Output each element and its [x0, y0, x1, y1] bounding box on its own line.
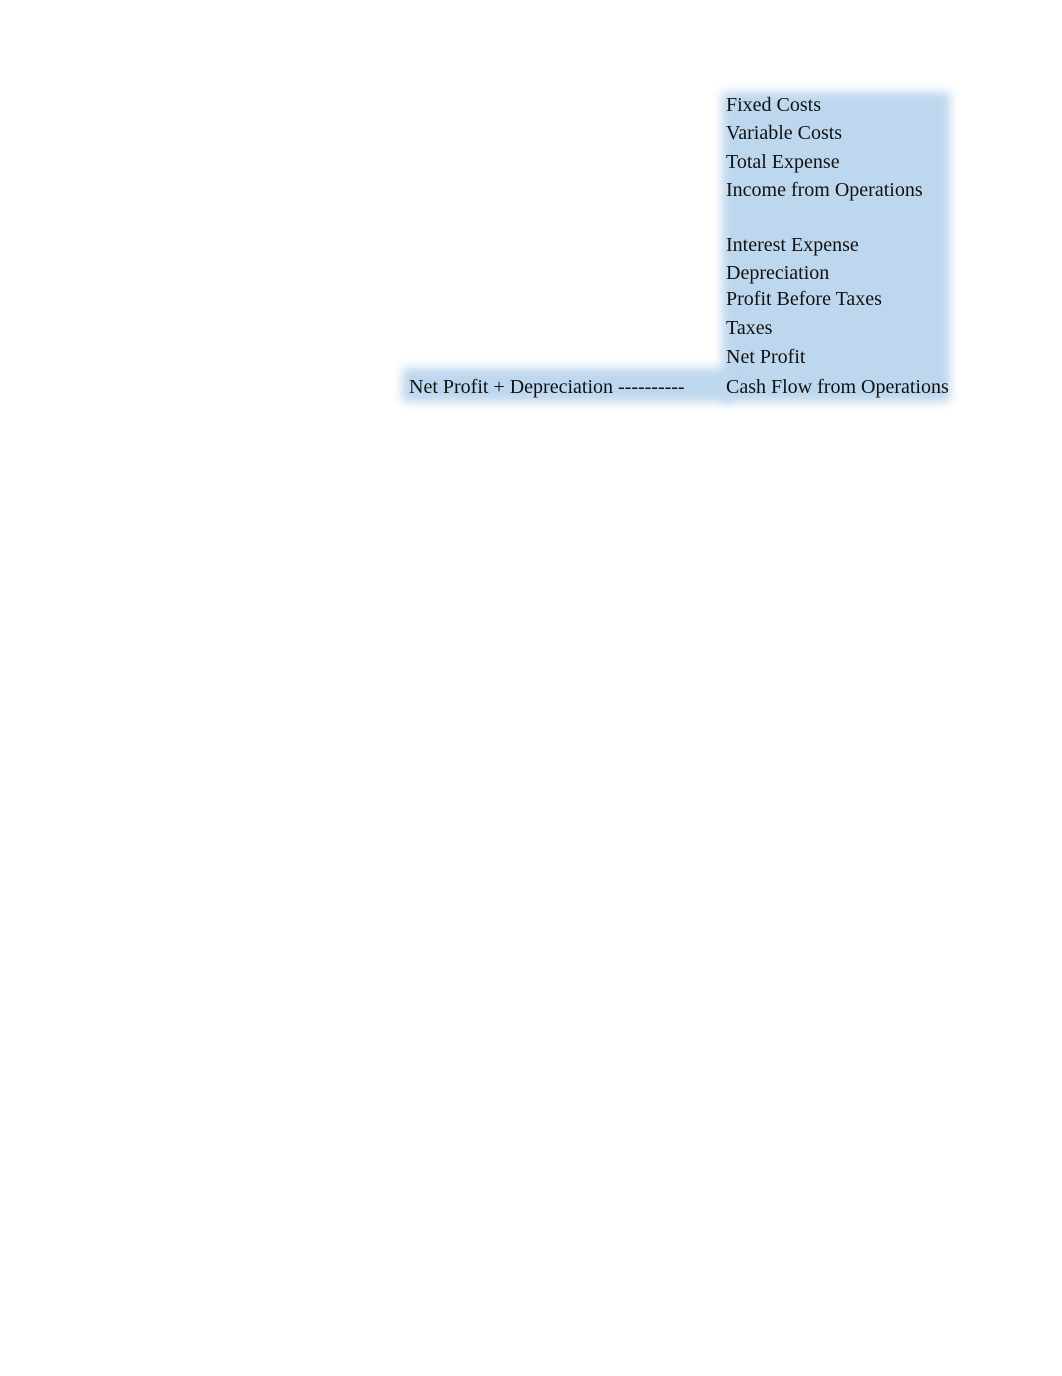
item-total-expense: Total Expense	[726, 151, 840, 173]
item-depreciation: Depreciation	[726, 262, 830, 284]
formula-note: Net Profit + Depreciation ----------	[409, 376, 685, 398]
item-taxes: Taxes	[726, 317, 773, 339]
item-fixed-costs: Fixed Costs	[726, 94, 822, 116]
item-interest-expense: Interest Expense	[726, 234, 859, 256]
item-net-profit: Net Profit	[726, 346, 806, 368]
item-cash-flow-from-operations: Cash Flow from Operations	[726, 376, 949, 398]
item-profit-before-taxes: Profit Before Taxes	[726, 288, 882, 310]
item-income-from-operations: Income from Operations	[726, 179, 923, 201]
item-variable-costs: Variable Costs	[726, 122, 843, 144]
